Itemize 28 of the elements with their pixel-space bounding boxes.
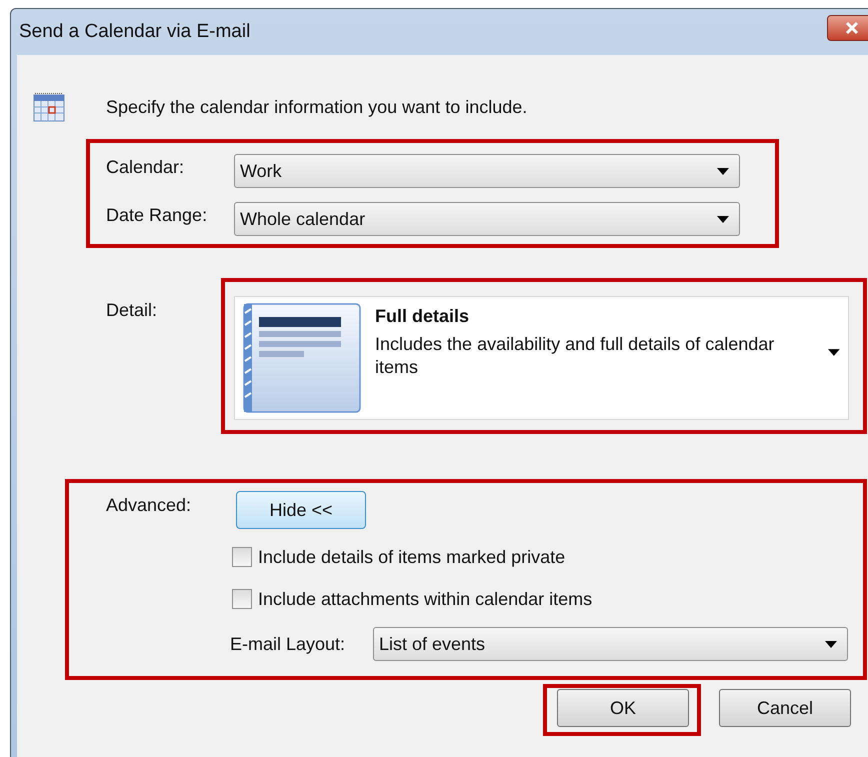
dialog-button[interactable]: OK (557, 689, 689, 727)
dropdown[interactable]: Work (234, 154, 740, 188)
caret-icon (717, 168, 729, 174)
detail-description: Includes the availability and full details of calendar items (375, 333, 776, 378)
field-label: Detail: (106, 300, 158, 322)
close-icon (844, 21, 860, 35)
field-label: Date Range: (106, 204, 208, 226)
checkbox-label: Include details of items marked private (258, 546, 566, 568)
checkbox[interactable] (232, 589, 252, 609)
dropdown[interactable]: List of events (373, 627, 848, 661)
field-label: Calendar: (106, 156, 186, 178)
window-title: Send a Calendar via E-mail (18, 21, 250, 43)
checkbox[interactable] (232, 547, 252, 567)
instruction-text: Specify the calendar information you want to include. (106, 96, 528, 118)
checkbox-label: Include attachments within calendar items (258, 588, 592, 610)
dropdown[interactable]: Whole calendar (234, 202, 740, 236)
dialog-button[interactable]: Cancel (719, 689, 851, 727)
caret-icon (717, 216, 729, 222)
detail-selector[interactable]: Full details Includes the availability and full details of calendar items (234, 296, 849, 420)
detail-title: Full details (375, 306, 470, 327)
close-button[interactable] (827, 15, 868, 41)
field-label: Advanced: (106, 495, 192, 516)
field-label: E-mail Layout: (230, 634, 346, 654)
hide-button[interactable]: Hide << (236, 491, 366, 529)
caret-icon (828, 349, 840, 356)
calendar-icon (33, 92, 65, 122)
document-icon (243, 303, 361, 413)
caret-icon (825, 640, 837, 648)
